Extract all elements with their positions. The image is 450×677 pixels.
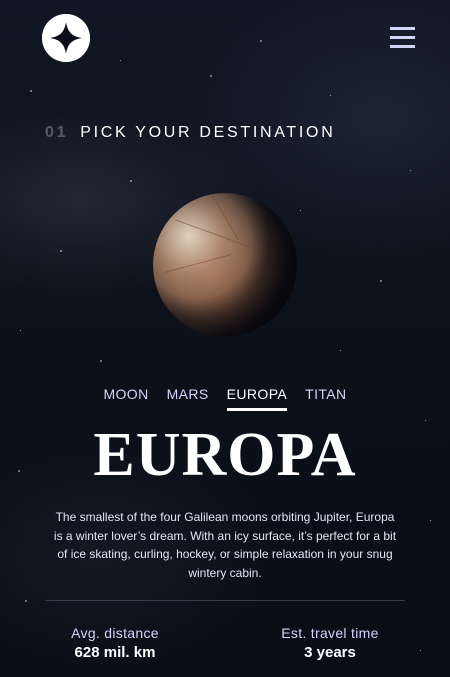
page-heading: 01 PICK YOUR DESTINATION bbox=[45, 124, 335, 142]
tab-europa[interactable]: EUROPA bbox=[226, 386, 288, 411]
tab-titan[interactable]: TITAN bbox=[305, 386, 346, 411]
distance-label: Avg. distance bbox=[71, 625, 159, 641]
europa-planet-image bbox=[153, 193, 297, 337]
tab-mars[interactable]: MARS bbox=[167, 386, 209, 411]
travel-time-stat: Est. travel time 3 years bbox=[240, 625, 420, 661]
star-logo-icon[interactable] bbox=[42, 14, 90, 62]
hamburger-menu-icon[interactable] bbox=[390, 27, 415, 49]
distance-stat: Avg. distance 628 mil. km bbox=[25, 625, 205, 661]
heading-number: 01 bbox=[45, 124, 69, 141]
tab-moon[interactable]: MOON bbox=[103, 386, 148, 411]
divider bbox=[45, 600, 405, 601]
destination-description: The smallest of the four Galilean moons … bbox=[53, 510, 397, 580]
travel-time-label: Est. travel time bbox=[281, 625, 379, 641]
destination-tabs: MOON MARS EUROPA TITAN bbox=[0, 386, 450, 411]
travel-time-value: 3 years bbox=[304, 644, 356, 661]
heading-text: PICK YOUR DESTINATION bbox=[80, 124, 336, 141]
distance-value: 628 mil. km bbox=[74, 644, 156, 661]
destination-title: EUROPA bbox=[93, 421, 357, 489]
